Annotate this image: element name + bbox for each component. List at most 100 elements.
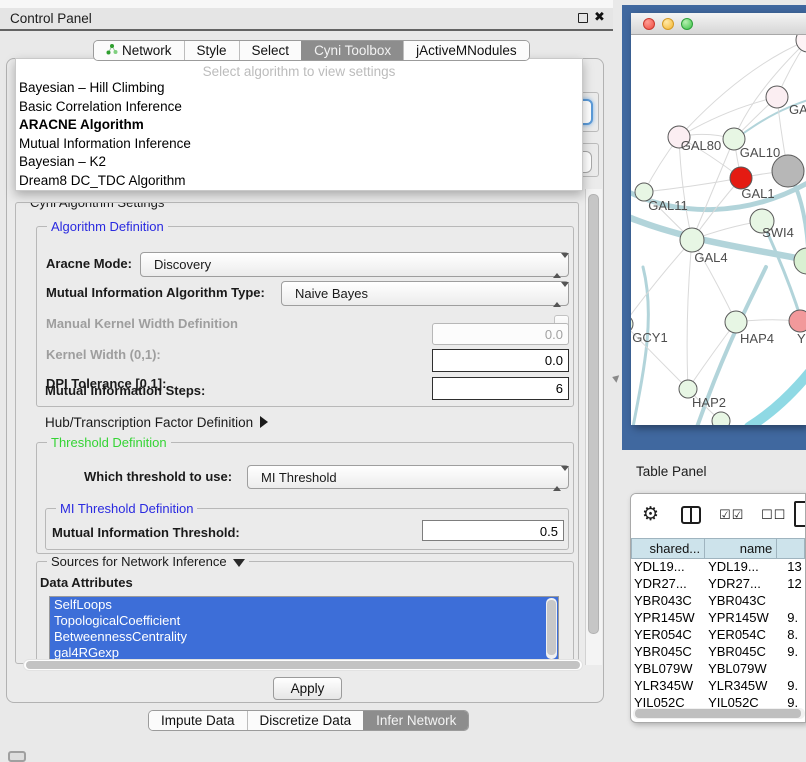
tab-select[interactable]: Select (239, 41, 302, 60)
column-header[interactable]: shared... (631, 538, 705, 559)
table-horizontal-scrollbar[interactable] (633, 708, 805, 719)
network-node[interactable] (712, 412, 730, 425)
table-row[interactable]: YBR043CYBR043C (631, 593, 805, 610)
table-row[interactable]: YBR045CYBR045C9. (631, 644, 805, 661)
algorithm-option[interactable]: Bayesian – K2 (16, 153, 582, 172)
attribute-item[interactable]: BetweennessCentrality (50, 629, 558, 645)
table-cell: YPR145W (631, 610, 705, 627)
export-table-icon[interactable] (794, 501, 806, 527)
mi-algorithm-type-combo[interactable]: Naive Bayes (281, 281, 569, 306)
stepper-icon (553, 258, 561, 273)
columns-icon[interactable] (681, 506, 701, 524)
sources-legend: Sources for Network Inference (47, 554, 249, 569)
table-cell: YDL19... (705, 559, 777, 576)
table-cell (777, 593, 805, 610)
table-cell: YBR043C (631, 593, 705, 610)
network-icon (106, 43, 118, 58)
column-header[interactable] (777, 538, 805, 559)
network-node-gal[interactable] (766, 86, 788, 108)
attributes-scrollbar[interactable] (546, 598, 557, 659)
table-row[interactable]: YPR145WYPR145W9. (631, 610, 805, 627)
table-row[interactable]: YBL079WYBL079W (631, 661, 805, 678)
tab-cyni-toolbox[interactable]: Cyni Toolbox (301, 41, 403, 60)
network-view-inner: GALGAL80GAL10GAL1GAL11SWI4GAL4GCY1HAP4YH… (631, 13, 806, 425)
minimize-window-icon[interactable] (662, 18, 674, 30)
mi-steps-field[interactable]: 6 (432, 377, 569, 400)
table-panel-title: Table Panel (636, 464, 707, 479)
apply-button[interactable]: Apply (273, 677, 342, 700)
algorithm-option[interactable]: Dream8 DC_TDC Algorithm (16, 172, 582, 191)
table-panel-header: Table Panel (622, 450, 806, 492)
table-row[interactable]: YLR345WYLR345W9. (631, 678, 805, 695)
tab-impute-data[interactable]: Impute Data (149, 711, 247, 730)
mi-threshold-group: MI Threshold Definition Mutual Informati… (45, 508, 569, 550)
algorithm-option[interactable]: Mutual Information Inference (16, 135, 582, 154)
network-node-gal4[interactable] (680, 228, 704, 252)
table-cell (777, 661, 805, 678)
zoom-window-icon[interactable] (681, 18, 693, 30)
network-node-hap4[interactable] (725, 311, 747, 333)
tab-network[interactable]: Network (94, 41, 184, 60)
manual-kernel-label: Manual Kernel Width Definition (46, 316, 238, 331)
network-canvas[interactable]: GALGAL80GAL10GAL1GAL11SWI4GAL4GCY1HAP4YH… (631, 35, 806, 425)
control-panel-titlebar: Control Panel ✖ (0, 8, 613, 31)
table-row[interactable]: YER054CYER054C8. (631, 627, 805, 644)
dpi-tolerance-field[interactable]: 0.0 (432, 349, 569, 372)
node-label: GAL11 (648, 198, 688, 213)
collapse-down-icon (233, 559, 245, 567)
panel-divider-arrow[interactable] (611, 373, 619, 383)
aracne-mode-label: Aracne Mode: (46, 256, 132, 271)
tab-infer-network[interactable]: Infer Network (363, 711, 468, 730)
node-label: GAL80 (681, 138, 721, 153)
network-window-titlebar[interactable] (631, 13, 806, 35)
algorithm-option[interactable]: Bayesian – Hill Climbing (16, 79, 582, 98)
algorithm-dropdown-placeholder: Select algorithm to view settings (16, 59, 582, 79)
cyni-settings-legend: Cyni Algorithm Settings (26, 202, 168, 210)
expand-right-icon (260, 416, 268, 428)
table-row[interactable]: YDL19...YDL19...13 (631, 559, 805, 576)
table-panel-window: ⚙ ☑☑ ☐☐ shared...name YDL19...YDL19...13… (630, 493, 806, 723)
attribute-item[interactable]: TopologicalCoefficient (50, 613, 558, 629)
select-all-checkboxes-icon[interactable]: ☑☑ (719, 507, 744, 523)
data-attributes-list[interactable]: SelfLoopsTopologicalCoefficientBetweenne… (49, 596, 559, 661)
network-view-window: GALGAL80GAL10GAL1GAL11SWI4GAL4GCY1HAP4YH… (622, 5, 806, 450)
table-cell: YLR345W (631, 678, 705, 695)
gear-icon[interactable]: ⚙ (642, 503, 659, 526)
network-node[interactable] (796, 35, 806, 52)
network-node[interactable] (794, 248, 806, 274)
algorithm-option[interactable]: ARACNE Algorithm (16, 116, 582, 135)
screen: Control Panel ✖ Network Style SelectCyni T… (0, 0, 806, 762)
tab-discretize-data[interactable]: Discretize Data (247, 711, 364, 730)
aracne-mode-combo[interactable]: Discovery (140, 252, 569, 277)
settings-vertical-scrollbar[interactable] (585, 189, 602, 665)
float-panel-icon[interactable] (578, 13, 588, 23)
table-row[interactable]: YDR27...YDR27...12 (631, 576, 805, 593)
table-cell: 9. (777, 678, 805, 695)
which-threshold-combo[interactable]: MI Threshold (247, 465, 569, 489)
table-cell: YBL079W (631, 661, 705, 678)
bottom-left-widget-fragment (8, 751, 26, 762)
settings-horizontal-scrollbar[interactable] (23, 659, 583, 671)
deselect-all-checkboxes-icon[interactable]: ☐☐ (761, 507, 786, 523)
control-panel-tabs: Network Style SelectCyni ToolboxjActiveMNo… (93, 40, 530, 61)
network-node[interactable] (772, 155, 804, 187)
table-cell: 9. (777, 610, 805, 627)
mi-threshold-field[interactable]: 0.5 (422, 520, 564, 541)
column-header[interactable]: name (705, 538, 777, 559)
close-window-icon[interactable] (643, 18, 655, 30)
attribute-item[interactable]: SelfLoops (50, 597, 558, 613)
algorithm-definition-legend: Algorithm Definition (47, 219, 168, 234)
kernel-width-field[interactable]: 0.0 (432, 323, 569, 345)
tab-label: Network (122, 43, 172, 58)
table-cell: YBL079W (705, 661, 777, 678)
hub-definition-toggle[interactable]: Hub/Transcription Factor Definition (45, 415, 268, 430)
node-label: HAP2 (692, 395, 726, 410)
algorithm-option[interactable]: Basic Correlation Inference (16, 98, 582, 117)
network-node-y[interactable] (789, 310, 806, 332)
tab-jactivemnodules[interactable]: jActiveMNodules (403, 41, 529, 60)
control-panel-title: Control Panel (10, 11, 92, 26)
tab-label: Style (197, 43, 227, 58)
close-panel-icon[interactable]: ✖ (594, 9, 605, 25)
tab-style[interactable]: Style (184, 41, 239, 60)
threshold-definition-group: Threshold Definition Which threshold to … (36, 442, 574, 554)
